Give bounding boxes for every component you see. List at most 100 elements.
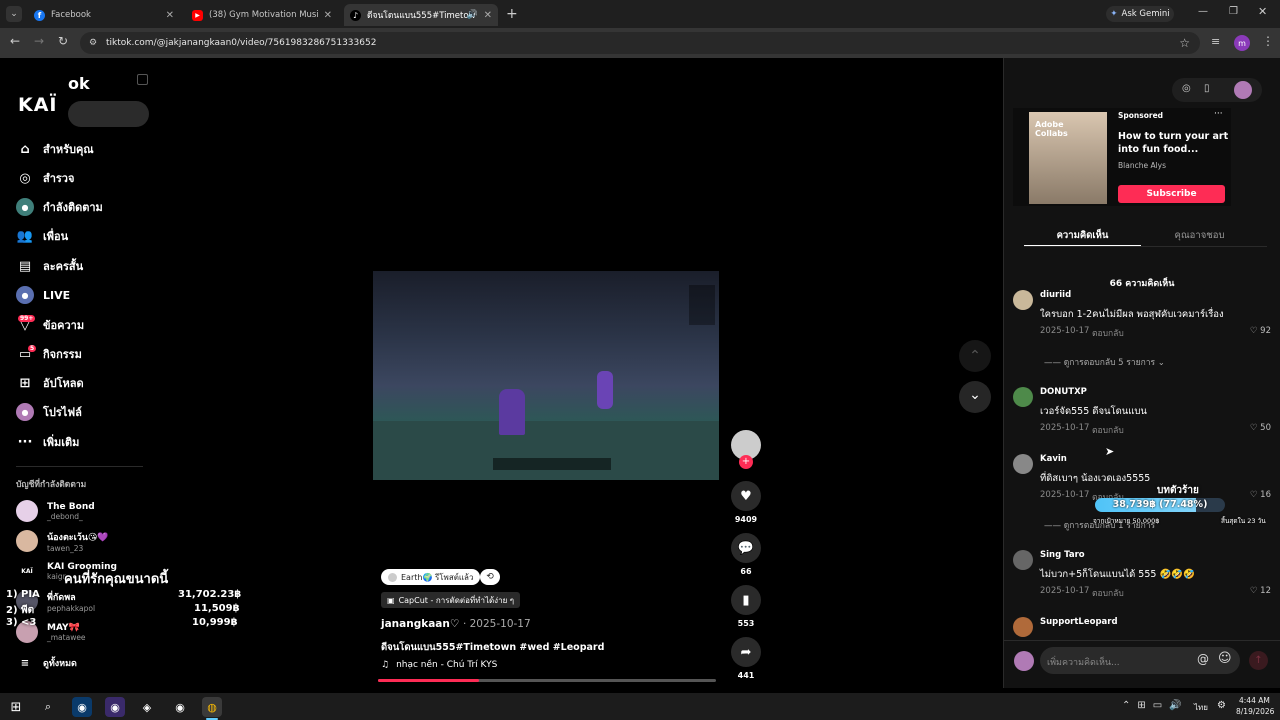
tab-comments[interactable]: ความคิดเห็น [1024,228,1141,243]
capcut-tag[interactable]: ▣ CapCut - การตัดต่อที่ทำได้ง่าย ๆ [381,592,521,608]
tab-you-may-like[interactable]: คุณอาจชอบ [1141,228,1258,243]
profile-avatar[interactable]: m [1234,35,1250,51]
input-divider [1003,640,1280,641]
tab-facebook[interactable]: f Facebook ✕ [28,4,180,26]
windows-start-icon[interactable]: ⊞ [6,697,26,717]
comment-username[interactable]: SupportLeopard [1040,617,1118,627]
view-replies-button[interactable]: —— ดูการตอบกลับ 5 รายการ ⌄ [1044,355,1165,369]
comment-like[interactable]: ♡ 16 [1250,490,1271,500]
following-account[interactable]: น้องตะเว้น😘💜 tawen_23 [16,528,109,554]
like-action[interactable]: ♥ 9409 [731,481,761,524]
restore-button[interactable]: ❐ [1229,6,1238,17]
sidebar-item-explore[interactable]: ◎ สำรวจ [16,167,74,189]
comment-count-label: 66 ความคิดเห็น [1109,279,1175,289]
video-author[interactable]: janangkaan♡ [381,618,459,630]
sidebar-item-live[interactable]: ● LIVE [16,284,70,306]
emoji-icon[interactable]: ☺ [1218,651,1232,666]
avatar[interactable] [1013,550,1033,570]
browser-menu-icon[interactable]: ⋮ [1262,34,1274,48]
sidebar-item-more[interactable]: ··· เพิ่มเติม [16,431,80,453]
clock-date[interactable]: 8/19/2026 [1236,707,1274,716]
reply-button[interactable]: ตอบกลับ [1092,326,1124,340]
settings-gear-icon[interactable]: ⚙ [1217,700,1226,711]
comment-action[interactable]: 💬 66 [731,533,761,576]
collapse-sidebar-icon[interactable] [137,74,148,85]
see-all-following[interactable]: ≡ ดูทั้งหมด [16,652,77,674]
comment-like[interactable]: ♡ 92 [1250,326,1271,336]
repost-label: Earth🌍 รีโพสต์แล้ว [401,572,474,582]
comment-like[interactable]: ♡ 12 [1250,586,1271,596]
new-tab-button[interactable]: + [506,6,518,22]
video-music[interactable]: ♫ nhạc nền - Chú Trí KYS [381,660,497,670]
avatar[interactable] [1013,387,1033,407]
app-icon[interactable]: ◉ [105,697,125,717]
reload-button[interactable]: ↻ [58,34,68,48]
close-tab-icon[interactable]: ✕ [324,10,332,21]
follow-plus-icon[interactable]: + [739,455,753,469]
sidebar-item-profile[interactable]: ● โปรไฟล์ [16,401,82,423]
next-video-button[interactable]: ⌄ [959,381,991,413]
following-avatar-icon: ● [16,198,34,216]
ad-title[interactable]: How to turn your art into fun food... [1118,130,1230,156]
video-player[interactable] [373,271,719,480]
sidebar-item-friends[interactable]: 👥 เพื่อน [16,225,68,247]
site-info-icon[interactable]: ⚙ [89,38,97,48]
sidebar-item-foryou[interactable]: ⌂ สำหรับคุณ [16,138,93,160]
comment-username[interactable]: Sing Taro [1040,550,1085,560]
user-avatar[interactable] [1234,81,1252,99]
tab-youtube[interactable]: ▶ (38) Gym Motivation Music | Ph ✕ [186,4,338,26]
minimize-button[interactable]: — [1198,6,1208,17]
comment-input[interactable]: เพิ่มความคิดเห็น... @ ☺ [1040,647,1240,674]
search-icon[interactable]: ⌕ [38,697,58,717]
sidebar-item-activity[interactable]: ▭ กิจกรรม [16,343,82,365]
ad-card[interactable]: Adobe Collabs Sponsored ··· How to turn … [1013,108,1231,206]
comment-like[interactable]: ♡ 50 [1250,423,1271,433]
sidebar-item-upload[interactable]: ⊞ อัปโหลด [16,372,84,394]
forward-button[interactable]: → [34,34,44,48]
ad-thumb-text: Adobe Collabs [1035,120,1068,138]
device-icon[interactable]: ▯ [1204,83,1210,94]
clock-time[interactable]: 4:44 AM [1239,696,1270,705]
share-action[interactable]: ➦ 441 [731,637,761,680]
reply-button[interactable]: ตอบกลับ [1092,423,1124,437]
mention-icon[interactable]: @ [1197,652,1209,666]
tab-search-button[interactable]: ⌄ [6,6,22,22]
comment-username[interactable]: Kavin [1040,454,1067,464]
comment-username[interactable]: DONUTXP [1040,387,1087,397]
video-progress-track[interactable] [378,679,716,682]
bookmark-star-icon[interactable]: ☆ [1179,36,1190,50]
media-control-icon[interactable]: ≡ [1211,35,1220,48]
following-account[interactable]: The Bond _debond_ [16,498,95,524]
tiktok-logo[interactable]: KAÏ [18,94,58,116]
previous-video-button[interactable]: ⌃ [959,340,991,372]
search-box[interactable] [68,101,149,127]
compass-icon[interactable]: ◎ [1182,83,1191,94]
reply-button[interactable]: ตอบกลับ [1092,586,1124,600]
chrome-icon[interactable]: ◍ [202,697,222,717]
close-window-button[interactable]: ✕ [1258,5,1267,18]
speaker-icon[interactable]: 🔊 [467,10,478,20]
avatar[interactable] [1013,454,1033,474]
language-indicator[interactable]: ไทย [1194,701,1208,714]
ask-gemini-button[interactable]: ✦ Ask Gemini [1106,6,1174,22]
repost-icon[interactable]: ⟲ [480,569,500,585]
close-tab-icon[interactable]: ✕ [484,10,492,21]
sidebar-item-drama[interactable]: ▤ ละครสั้น [16,255,83,277]
back-button[interactable]: ← [10,34,20,48]
browser-tab-bar: ⌄ f Facebook ✕ ▶ (38) Gym Motivation Mus… [0,0,1280,28]
url-bar[interactable]: ⚙ tiktok.com/@jakjanangkaan0/video/75619… [80,32,1200,54]
avatar[interactable] [1013,617,1033,637]
repost-tag[interactable]: Earth🌍 รีโพสต์แล้ว [381,569,481,585]
send-comment-button[interactable]: ↑ [1249,651,1268,670]
sidebar-item-following[interactable]: ● กำลังติดตาม [16,196,103,218]
app-icon[interactable]: ◉ [170,697,190,717]
ad-subscribe-button[interactable]: Subscribe [1118,185,1225,203]
ad-more-icon[interactable]: ··· [1214,109,1223,119]
steam-icon[interactable]: ◈ [137,697,157,717]
comment-username[interactable]: diuriid [1040,290,1071,300]
tab-tiktok[interactable]: ♪ ดีจนโดนแบน555#Timetown # 🔊 ✕ [344,4,498,26]
save-action[interactable]: ▮ 553 [731,585,761,628]
app-icon[interactable]: ◉ [72,697,92,717]
close-tab-icon[interactable]: ✕ [166,10,174,21]
avatar[interactable] [1013,290,1033,310]
